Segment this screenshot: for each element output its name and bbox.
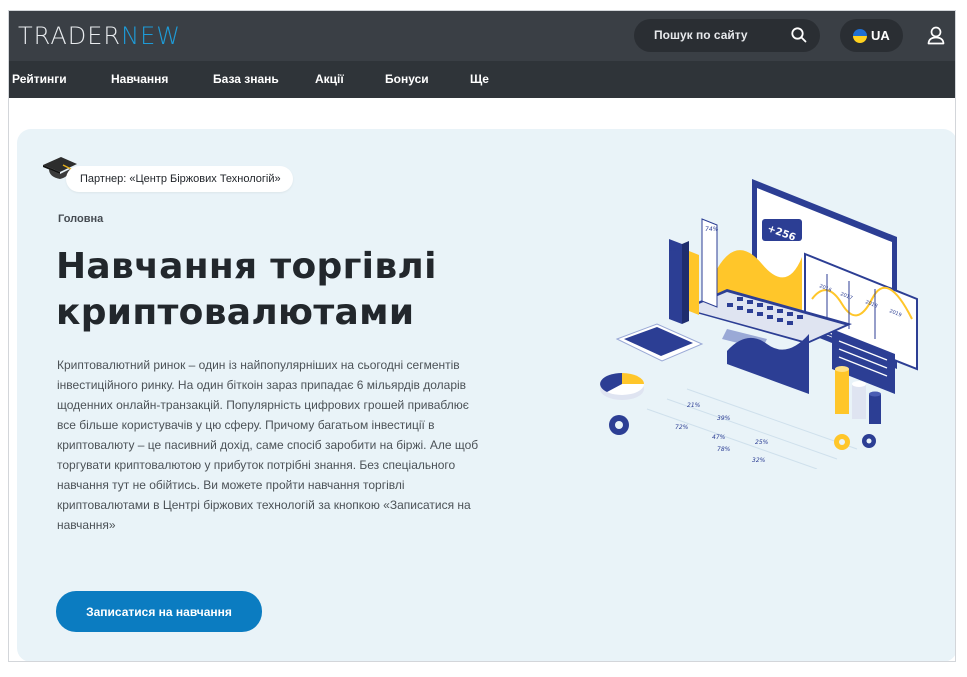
coin-stack	[835, 369, 849, 414]
language-label: UA	[871, 28, 890, 43]
nav-item-promotions[interactable]: Акції	[315, 72, 344, 86]
nav-item-bonuses[interactable]: Бонуси	[385, 72, 429, 86]
percent-25: 25%	[755, 439, 769, 446]
logo-text-new: NEW	[121, 22, 181, 50]
crypto-trading-illustration: 2016 2017 2018 2019 +256 21% 39% 47% 78%…	[600, 179, 918, 469]
user-icon[interactable]	[921, 21, 951, 51]
percent-74: 74%	[705, 226, 719, 233]
breadcrumb[interactable]: Головна	[58, 213, 103, 225]
nav-item-more[interactable]: Ще	[470, 72, 489, 86]
hero-description: Криптовалютний ринок – один із найпопуля…	[57, 358, 479, 532]
nav-item-ratings[interactable]: Рейтинги	[12, 72, 67, 86]
search-input[interactable]: Пошук по сайту	[654, 28, 748, 42]
top-header: TRADERNEW Пошук по сайту UA	[9, 11, 955, 61]
percent-32: 32%	[752, 457, 766, 464]
nav-item-knowledge-base[interactable]: База знань	[213, 72, 279, 86]
percent-72: 72%	[675, 424, 689, 431]
percent-47: 47%	[712, 434, 726, 441]
partner-badge: Партнер: «Центр Біржових Технологій»	[66, 166, 293, 192]
percent-21: 21%	[687, 402, 701, 409]
pie-chart	[622, 373, 644, 384]
enroll-button[interactable]: Записатися на навчання	[56, 591, 262, 632]
page-frame: TRADERNEW Пошук по сайту UA Рейтинги Нав…	[8, 10, 956, 662]
search-icon[interactable]	[790, 26, 808, 49]
hero-section: Партнер: «Центр Біржових Технологій» Гол…	[17, 129, 955, 661]
logo-text-trader: TRADER	[18, 22, 122, 50]
search-box[interactable]: Пошук по сайту	[634, 19, 820, 52]
nav-item-education[interactable]: Навчання	[111, 72, 168, 86]
ukraine-flag-icon	[853, 29, 867, 43]
percent-56: 56%	[669, 246, 683, 253]
percent-39: 39%	[717, 415, 731, 422]
language-switcher[interactable]: UA	[840, 19, 903, 52]
percent-78: 78%	[717, 446, 731, 453]
page-title: Навчання торгівлі криптовалютами	[56, 246, 437, 333]
site-logo[interactable]: TRADERNEW	[18, 22, 181, 50]
main-nav: Рейтинги Навчання База знань Акції Бонус…	[9, 61, 955, 98]
